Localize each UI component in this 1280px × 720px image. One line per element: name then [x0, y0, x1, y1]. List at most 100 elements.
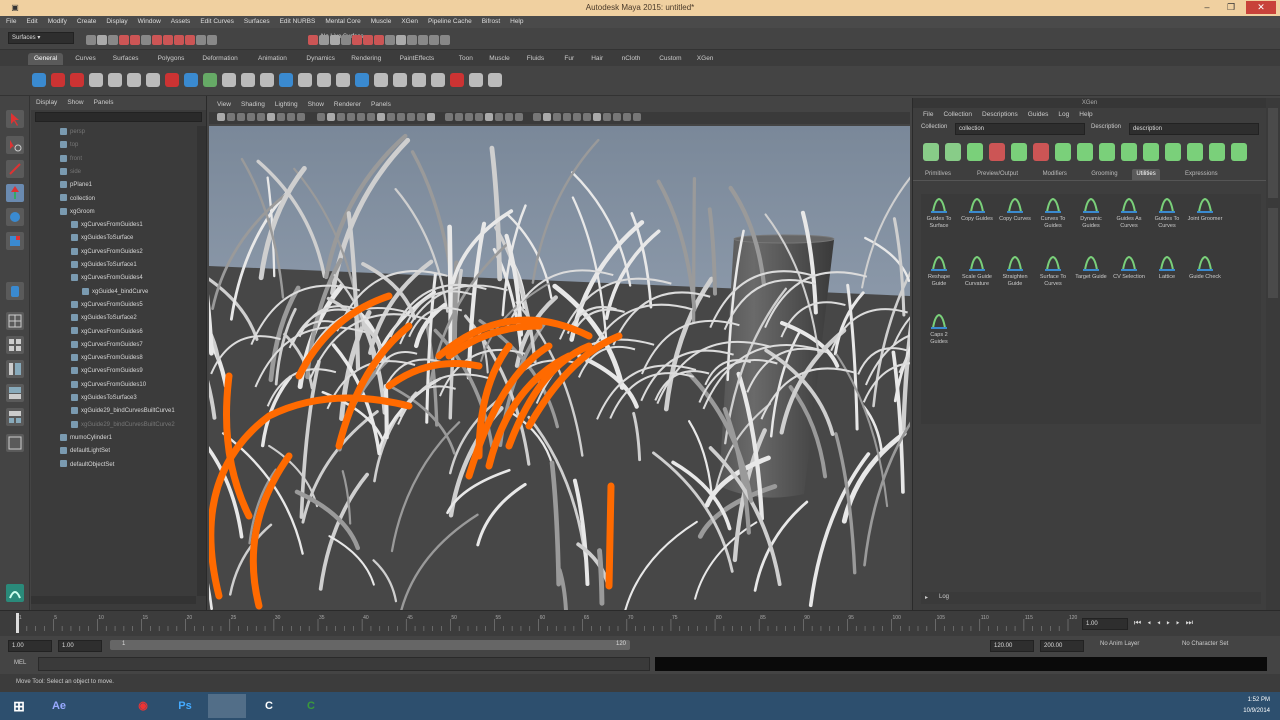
shelf-tool-icon[interactable]	[241, 73, 255, 87]
shelf-tool-icon[interactable]	[488, 73, 502, 87]
status-tool-icon[interactable]	[196, 35, 206, 45]
start-icon[interactable]: ⊞	[0, 694, 38, 718]
xgen-tool-icon[interactable]	[1099, 143, 1115, 161]
viewport-tool-icon[interactable]	[247, 113, 255, 121]
shelf-tool-icon[interactable]	[32, 73, 46, 87]
status-tool-icon[interactable]	[174, 35, 184, 45]
shelf-tab-general[interactable]: General	[28, 53, 64, 65]
xgen-tool-icon[interactable]	[1165, 143, 1181, 161]
last-tool-icon[interactable]	[6, 282, 24, 300]
utility-guides-as-curves[interactable]: Guides As Curves	[1111, 196, 1147, 229]
outliner-item[interactable]: xgGuidesToSurface3	[71, 392, 137, 405]
viewport-tool-icon[interactable]	[445, 113, 453, 121]
viewport-menu-show[interactable]: Show	[308, 98, 324, 112]
xgen-tab-grooming[interactable]: Grooming	[1087, 169, 1121, 180]
viewport-tool-icon[interactable]	[613, 113, 621, 121]
utility-joint-groomer[interactable]: Joint Groomer	[1187, 196, 1223, 223]
viewport-tool-icon[interactable]	[533, 113, 541, 121]
menu-xgen[interactable]: XGen	[401, 16, 418, 28]
shelf-tool-icon[interactable]	[450, 73, 464, 87]
xgen-tab-preview-output[interactable]: Preview/Output	[973, 169, 1022, 180]
mel-input[interactable]	[38, 657, 650, 671]
time-ruler[interactable]: 1 5 10 15 20 25 30 35 40 45 50 55 60 65 70 75 80 85 90 95 10…	[10, 611, 1090, 635]
playback-controls[interactable]: ⏮◂◂▸▸⏭	[1134, 618, 1274, 629]
viewport-tool-icon[interactable]	[277, 113, 285, 121]
shelf-tool-icon[interactable]	[431, 73, 445, 87]
outliner-item[interactable]: xgCurvesFromGuides2	[71, 246, 143, 259]
outliner-item[interactable]: pPlane1	[60, 179, 92, 192]
shelf-tool-icon[interactable]	[222, 73, 236, 87]
menu-pipeline-cache[interactable]: Pipeline Cache	[428, 16, 472, 28]
utility-scale-guide-curvature[interactable]: Scale Guide Curvature	[959, 254, 995, 287]
menu-bifrost[interactable]: Bifrost	[482, 16, 500, 28]
shelf-tool-icon[interactable]	[184, 73, 198, 87]
outliner-item[interactable]: xgGuide29_bindCurvesBuiltCurve1	[71, 405, 175, 418]
xgen-tool-icon[interactable]	[1143, 143, 1159, 161]
taskbar-chrome-icon[interactable]: ◉	[124, 694, 162, 718]
xgen-menu-guides[interactable]: Guides	[1028, 108, 1049, 121]
utility-dynamic-guides[interactable]: Dynamic Guides	[1073, 196, 1109, 229]
xgen-tool-icon[interactable]	[1187, 143, 1203, 161]
xgen-tool-icon[interactable]	[989, 143, 1005, 161]
side-tab[interactable]	[1268, 208, 1278, 298]
utility-cv-selection[interactable]: CV Selection	[1111, 254, 1147, 281]
outliner-filter-input[interactable]	[35, 112, 202, 122]
utility-target-guide[interactable]: Target Guide	[1073, 254, 1109, 281]
shelf-tool-icon[interactable]	[203, 73, 217, 87]
shelf-tool-icon[interactable]	[393, 73, 407, 87]
viewport-tool-icon[interactable]	[553, 113, 561, 121]
outliner-item[interactable]: xgCurvesFromGuides7	[71, 339, 143, 352]
system-clock[interactable]: 1:52 PM 10/9/2014	[1210, 695, 1270, 717]
utility-curves-to-guides[interactable]: Curves To Guides	[1035, 196, 1071, 229]
outliner-item[interactable]: xgCurvesFromGuides4	[71, 272, 143, 285]
viewport-tool-icon[interactable]	[237, 113, 245, 121]
character-set-label[interactable]: No Character Set	[1182, 641, 1228, 647]
xgen-log-bar[interactable]: ▸ Log	[921, 592, 1261, 604]
xgen-tool-icon[interactable]	[1077, 143, 1093, 161]
description-dropdown[interactable]: description	[1129, 123, 1259, 135]
outliner-item[interactable]: side	[60, 166, 81, 179]
status-tool-icon[interactable]	[385, 35, 395, 45]
menu-mental-core[interactable]: Mental Core	[325, 16, 360, 28]
viewport-tool-icon[interactable]	[515, 113, 523, 121]
utility-straighten-guide[interactable]: Straighten Guide	[997, 254, 1033, 287]
xgen-menu-help[interactable]: Help	[1079, 108, 1092, 121]
channel-box-tabs[interactable]	[1266, 98, 1280, 610]
taskbar-c4d-icon[interactable]: C	[250, 694, 288, 718]
time-slider[interactable]: 1 5 10 15 20 25 30 35 40 45 50 55 60 65 70 75 80 85 90 95 10…	[0, 610, 1280, 636]
shelf-tab-xgen[interactable]: XGen	[691, 53, 720, 65]
shelf-tab-toon[interactable]: Toon	[453, 53, 479, 65]
paint-select-icon[interactable]	[6, 160, 24, 178]
viewport-tool-icon[interactable]	[227, 113, 235, 121]
shelf-tool-icon[interactable]	[336, 73, 350, 87]
viewport-tool-icon[interactable]	[583, 113, 591, 121]
outliner-menu-show[interactable]: Show	[67, 96, 83, 110]
start-frame-field[interactable]: 1.00	[8, 640, 52, 652]
viewport-tool-icon[interactable]	[407, 113, 415, 121]
scale-tool-icon[interactable]	[6, 232, 24, 250]
xgen-tool-icon[interactable]	[1121, 143, 1137, 161]
viewport-tool-icon[interactable]	[505, 113, 513, 121]
outliner-item[interactable]: xgGuidesToSurface2	[71, 312, 137, 325]
status-tool-icon[interactable]	[363, 35, 373, 45]
outliner-scrollbar[interactable]	[197, 126, 206, 596]
range-bar[interactable]: 1 120	[110, 640, 630, 650]
viewport-tool-icon[interactable]	[297, 113, 305, 121]
status-tool-icon[interactable]	[319, 35, 329, 45]
viewport-tool-icon[interactable]	[485, 113, 493, 121]
menu-surfaces[interactable]: Surfaces	[244, 16, 270, 28]
outliner-item[interactable]: xgCurvesFromGuides9	[71, 365, 143, 378]
outliner-item[interactable]: defaultObjectSet	[60, 459, 114, 472]
viewport-tool-icon[interactable]	[563, 113, 571, 121]
outer-end-field[interactable]: 200.00	[1040, 640, 1084, 652]
xgen-tab-primitives[interactable]: Primitives	[921, 169, 955, 180]
shelf-tab-painteffects[interactable]: PaintEffects	[394, 53, 441, 65]
viewport-tool-icon[interactable]	[623, 113, 631, 121]
current-time-indicator[interactable]	[16, 613, 19, 633]
shelf-tab-ncloth[interactable]: nCloth	[616, 53, 647, 65]
inner-start-field[interactable]: 1.00	[58, 640, 102, 652]
viewport-menu-view[interactable]: View	[217, 98, 231, 112]
layout-hypershade-icon[interactable]	[6, 408, 24, 426]
outliner-item[interactable]: mumoCylinder1	[60, 432, 112, 445]
viewport-tool-icon[interactable]	[387, 113, 395, 121]
